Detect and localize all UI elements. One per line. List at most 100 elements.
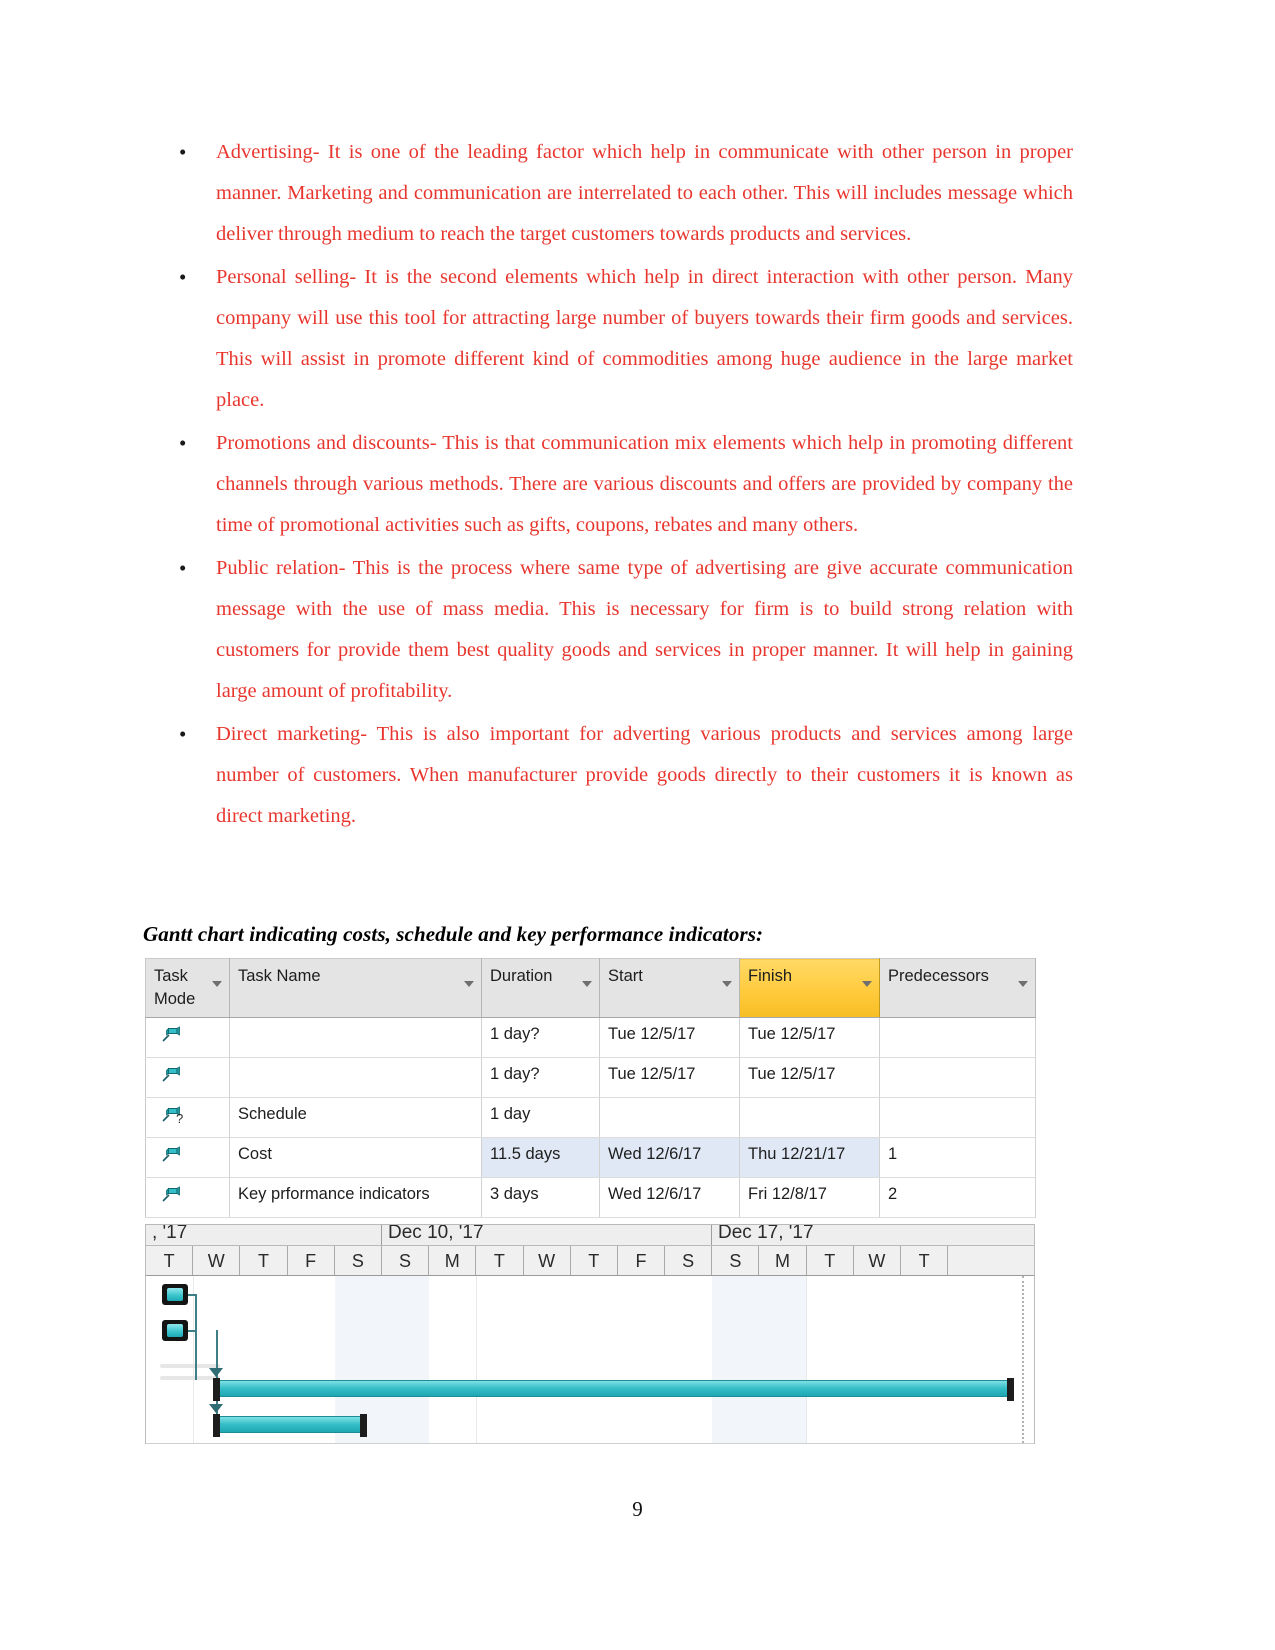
gantt-bar-cost[interactable]	[213, 1378, 1014, 1401]
pin-icon[interactable]	[160, 1024, 182, 1046]
bar-right-cap	[360, 1414, 367, 1437]
cell-start[interactable]	[599, 1097, 740, 1138]
cell-start[interactable]: Tue 12/5/17	[599, 1057, 740, 1098]
list-item-text: Promotions and discounts- This is that c…	[216, 432, 1073, 536]
timeline-today-line	[1022, 1276, 1024, 1443]
timeline-day-cell: T	[240, 1246, 288, 1275]
table-row[interactable]: Key prformance indicators 3 days Wed 12/…	[145, 1177, 1036, 1218]
cell-task-name[interactable]: Schedule	[229, 1097, 482, 1138]
table-row[interactable]: 1 day? Tue 12/5/17 Tue 12/5/17	[145, 1057, 1036, 1098]
pin-icon[interactable]	[160, 1144, 182, 1166]
column-header-label: Start	[608, 967, 643, 985]
list-item: • Personal selling- It is the second ele…	[148, 257, 1073, 421]
pin-icon[interactable]	[160, 1064, 182, 1086]
timeline-day-cell: T	[146, 1246, 194, 1275]
timeline-day-cell: T	[807, 1246, 854, 1275]
bullet-marker: •	[179, 431, 187, 455]
timeline-band	[759, 1276, 807, 1443]
gantt-table-header: Task Mode Task Name Duration Start Finis…	[145, 958, 1036, 1018]
timeline-band	[382, 1276, 430, 1443]
cell-task-mode[interactable]	[145, 1177, 230, 1218]
list-item-text: Personal selling- It is the second eleme…	[216, 266, 1073, 411]
chevron-down-icon[interactable]	[212, 981, 222, 987]
timeline-gridline	[193, 1276, 194, 1443]
timeline-day-cell: T	[476, 1246, 524, 1275]
list-item: • Public relation- This is the process w…	[148, 548, 1073, 712]
cell-finish[interactable]	[739, 1097, 880, 1138]
cell-task-name[interactable]	[229, 1017, 482, 1058]
gantt-milestone-marker[interactable]	[162, 1284, 188, 1305]
dependency-arrow-icon	[209, 1368, 223, 1377]
cell-predecessors[interactable]	[879, 1017, 1036, 1058]
list-item-text: Advertising- It is one of the leading fa…	[216, 141, 1073, 245]
bar-left-cap	[213, 1414, 220, 1437]
table-row[interactable]: Cost 11.5 days Wed 12/6/17 Thu 12/21/17 …	[145, 1137, 1036, 1178]
cell-task-name[interactable]	[229, 1057, 482, 1098]
list-item: • Direct marketing- This is also importa…	[148, 714, 1073, 837]
timeline-day-cell: M	[429, 1246, 477, 1275]
cell-predecessors[interactable]: 2	[879, 1177, 1036, 1218]
cell-duration[interactable]: 1 day?	[481, 1057, 600, 1098]
column-header-task-name[interactable]: Task Name	[229, 958, 482, 1018]
cell-predecessors[interactable]: 1	[879, 1137, 1036, 1178]
table-row[interactable]: ? Schedule 1 day	[145, 1097, 1036, 1138]
list-item-text: Direct marketing- This is also important…	[216, 723, 1073, 827]
timeline-month-label: Dec 17, '17	[712, 1225, 1034, 1245]
column-header-label: Task Name	[238, 967, 321, 985]
table-header-row: Task Mode Task Name Duration Start Finis…	[145, 958, 1036, 1018]
chevron-down-icon[interactable]	[862, 981, 872, 987]
cell-duration[interactable]: 1 day	[481, 1097, 600, 1138]
table-row[interactable]: 1 day? Tue 12/5/17 Tue 12/5/17	[145, 1017, 1036, 1058]
cell-start[interactable]: Tue 12/5/17	[599, 1017, 740, 1058]
timeline-day-cell: W	[854, 1246, 901, 1275]
cell-task-mode[interactable]	[145, 1137, 230, 1178]
cell-predecessors[interactable]	[879, 1057, 1036, 1098]
dependency-link	[188, 1330, 197, 1332]
gantt-milestone-marker[interactable]	[162, 1320, 188, 1341]
cell-task-name[interactable]: Key prformance indicators	[229, 1177, 482, 1218]
chevron-down-icon[interactable]	[1018, 981, 1028, 987]
cell-predecessors[interactable]	[879, 1097, 1036, 1138]
chevron-down-icon[interactable]	[722, 981, 732, 987]
cell-task-mode[interactable]	[145, 1017, 230, 1058]
timeline-day-cell: F	[618, 1246, 666, 1275]
bullet-marker: •	[179, 140, 187, 164]
column-header-task-mode[interactable]: Task Mode	[145, 958, 230, 1018]
cell-duration[interactable]: 11.5 days	[481, 1137, 600, 1178]
bar-left-cap	[213, 1378, 220, 1401]
cell-duration[interactable]: 1 day?	[481, 1017, 600, 1058]
question-mark-glyph: ?	[176, 1111, 184, 1126]
cell-duration[interactable]: 3 days	[481, 1177, 600, 1218]
cell-finish[interactable]: Fri 12/8/17	[739, 1177, 880, 1218]
column-header-start[interactable]: Start	[599, 958, 740, 1018]
timeline-bar-area	[146, 1276, 1034, 1444]
cell-start[interactable]: Wed 12/6/17	[599, 1177, 740, 1218]
timeline-day-cell: F	[288, 1246, 335, 1275]
timeline-day-cell: T	[901, 1246, 949, 1275]
column-header-label: Task Mode	[154, 967, 196, 1008]
cell-task-mode[interactable]: ?	[145, 1097, 230, 1138]
pin-question-icon[interactable]: ?	[160, 1104, 183, 1126]
column-header-duration[interactable]: Duration	[481, 958, 600, 1018]
bullet-marker: •	[179, 556, 187, 580]
cell-finish[interactable]: Tue 12/5/17	[739, 1017, 880, 1058]
gantt-table-body: 1 day? Tue 12/5/17 Tue 12/5/17 1 day? Tu…	[145, 1017, 1036, 1218]
timeline-band	[712, 1276, 760, 1443]
cell-finish[interactable]: Thu 12/21/17	[739, 1137, 880, 1178]
column-header-predecessors[interactable]: Predecessors	[879, 958, 1036, 1018]
column-header-finish[interactable]: Finish	[739, 958, 880, 1018]
timeline-gridline	[806, 1276, 807, 1443]
cell-start[interactable]: Wed 12/6/17	[599, 1137, 740, 1178]
cell-finish[interactable]: Tue 12/5/17	[739, 1057, 880, 1098]
chevron-down-icon[interactable]	[582, 981, 592, 987]
list-item: • Promotions and discounts- This is that…	[148, 423, 1073, 546]
gantt-task-table: Task Mode Task Name Duration Start Finis…	[145, 958, 1036, 1218]
column-header-label: Finish	[748, 967, 793, 985]
chevron-down-icon[interactable]	[464, 981, 474, 987]
cell-task-mode[interactable]	[145, 1057, 230, 1098]
pin-icon[interactable]	[160, 1184, 182, 1206]
timeline-day-cell: S	[712, 1246, 760, 1275]
timeline-month-label: , '17	[146, 1225, 382, 1245]
gantt-bar-kpi[interactable]	[213, 1414, 367, 1437]
cell-task-name[interactable]: Cost	[229, 1137, 482, 1178]
